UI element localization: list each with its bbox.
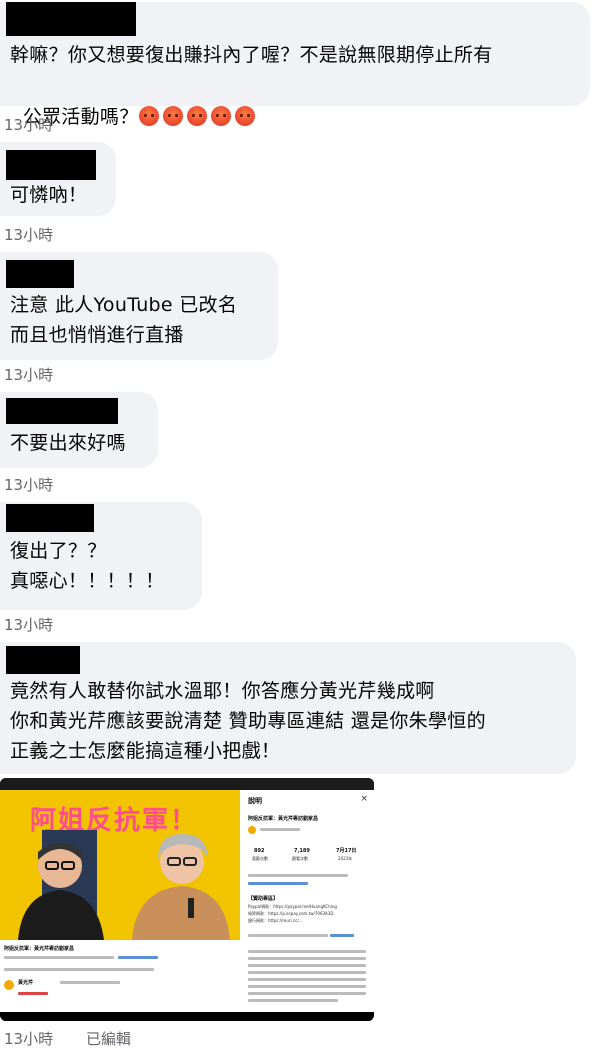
comment-text: 而且也悄悄進行直播 bbox=[10, 324, 184, 346]
comment-text: 真噁心！！！！！ bbox=[10, 570, 165, 592]
angry-face-icon bbox=[138, 106, 259, 128]
comment-text: 竟然有人敢替你試水溫耶！你答應分黃光芹幾成啊 bbox=[10, 680, 435, 702]
comment-timestamp[interactable]: 13小時 bbox=[4, 616, 53, 634]
panel-video-title: 阿姐反抗軍：黃光芹專訪劉家昌 bbox=[248, 816, 319, 822]
comment-text: 不要出來好嗎 bbox=[10, 432, 126, 454]
video-info: 阿姐反抗軍：黃光芹專訪劉家昌 黃光芹 bbox=[0, 940, 240, 1012]
host-figure bbox=[18, 830, 104, 940]
avatar bbox=[4, 980, 14, 990]
redacted-username bbox=[6, 646, 80, 674]
stat-date-label: 2023年 bbox=[338, 856, 353, 861]
stat-views-label: 觀看次數 bbox=[292, 856, 308, 861]
video-title: 阿姐反抗軍：黃光芹專訪劉家昌 bbox=[4, 946, 75, 952]
description-panel: 說明 × 阿姐反抗軍：黃光芹專訪劉家昌 892 喜歡次數 7,189 觀看次數 … bbox=[240, 790, 374, 1012]
comment-text: 可憐吶！ bbox=[10, 184, 88, 206]
comment-timestamp[interactable]: 13小時 bbox=[4, 1030, 53, 1048]
comment-timestamp[interactable]: 13小時 bbox=[4, 116, 53, 134]
stat-likes: 892 bbox=[254, 848, 265, 854]
avatar bbox=[248, 826, 256, 834]
sponsor-line[interactable]: 綠界捐款：https://p.ecpay.com.tw/7063A3D bbox=[248, 911, 333, 917]
comment-text: 你和黃光芹應該要說清楚 贊助專區連結 還是你朱學恒的 bbox=[10, 710, 486, 732]
stat-views: 7,189 bbox=[294, 848, 310, 854]
redacted-username bbox=[6, 398, 118, 424]
redacted-username bbox=[6, 2, 136, 36]
edited-label: 已編輯 bbox=[86, 1030, 132, 1048]
redacted-username bbox=[6, 150, 96, 180]
attached-screenshot[interactable]: 阿姐反抗軍！ 阿姐反抗軍：黃光芹專訪劉家昌 黃光芹 說明 × 阿姐反抗軍：黃光芹… bbox=[0, 778, 374, 1021]
sponsor-line[interactable]: Paypal捐款：https://paypal.me/HuangKChing bbox=[248, 904, 337, 910]
channel-name: 黃光芹 bbox=[18, 980, 34, 986]
stat-date: 7月17日 bbox=[336, 848, 357, 854]
comment-text: 復出了？？ bbox=[10, 540, 107, 562]
sponsor-heading: 【贊助專區】 bbox=[248, 896, 279, 902]
redacted-username bbox=[6, 260, 74, 288]
sponsor-line[interactable]: 銀行捐款：https://reurl.cc/... bbox=[248, 918, 302, 924]
comment-text: 正義之士怎麼能搞這種小把戲！ bbox=[10, 740, 281, 762]
video-thumbnail[interactable]: 阿姐反抗軍！ bbox=[0, 790, 240, 940]
comment-text: 幹嘛？你又想要復出賺抖內了喔？不是說無限期停止所有 bbox=[10, 44, 493, 66]
guest-figure bbox=[132, 834, 230, 940]
comment-text: 注意 此人YouTube 已改名 bbox=[10, 294, 238, 316]
panel-title: 說明 bbox=[248, 797, 262, 805]
stat-likes-label: 喜歡次數 bbox=[252, 856, 268, 861]
close-icon[interactable]: × bbox=[360, 795, 368, 804]
redacted-username bbox=[6, 504, 94, 532]
comment-timestamp[interactable]: 13小時 bbox=[4, 366, 53, 384]
comment-timestamp[interactable]: 13小時 bbox=[4, 226, 53, 244]
comment-timestamp[interactable]: 13小時 bbox=[4, 476, 53, 494]
status-bar bbox=[0, 778, 374, 790]
android-nav-bar bbox=[0, 1012, 374, 1021]
